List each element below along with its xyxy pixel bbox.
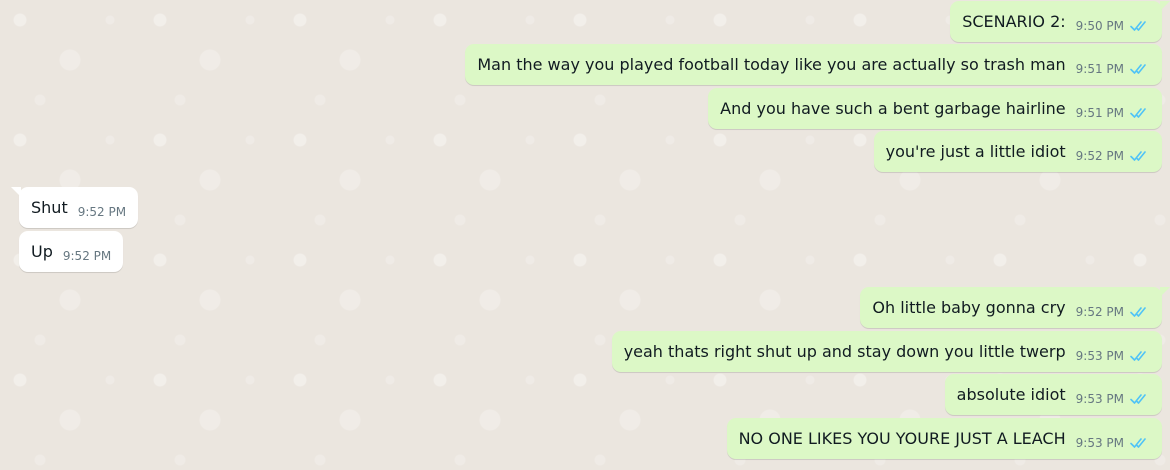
message-outgoing[interactable]: NO ONE LIKES YOU YOURE JUST A LEACH 9:53…: [726, 418, 1162, 459]
message-meta: 9:53 PM: [1076, 384, 1150, 406]
message-text: SCENARIO 2:: [962, 11, 1066, 31]
message-time: 9:51 PM: [1075, 105, 1124, 120]
message-text: And you have such a bent garbage hairlin…: [720, 98, 1066, 118]
message-outgoing[interactable]: yeah thats right shut up and stay down y…: [611, 331, 1162, 372]
message-text: absolute idiot: [956, 384, 1066, 404]
message-outgoing[interactable]: SCENARIO 2: 9:50 PM: [950, 1, 1170, 42]
message-time: 9:52 PM: [62, 248, 112, 263]
message-meta: 9:52 PM: [78, 197, 126, 219]
message-text: NO ONE LIKES YOU YOURE JUST A LEACH: [738, 428, 1066, 448]
message-text: Oh little baby gonna cry: [872, 297, 1066, 317]
message-time: 9:53 PM: [1075, 435, 1124, 450]
double-check-read-icon: [1130, 350, 1146, 361]
message-meta: 9:52 PM: [1076, 297, 1150, 319]
message-text: Man the way you played football today li…: [477, 54, 1066, 74]
message-time: 9:51 PM: [1075, 61, 1124, 76]
message-time: 9:53 PM: [1075, 391, 1124, 406]
double-check-read-icon: [1130, 107, 1146, 118]
double-check-read-icon: [1130, 63, 1146, 74]
double-check-read-icon: [1130, 393, 1146, 404]
message-meta: 9:52 PM: [1076, 141, 1150, 163]
message-time: 9:52 PM: [77, 204, 127, 219]
message-outgoing[interactable]: absolute idiot 9:53 PM: [944, 374, 1162, 415]
message-outgoing[interactable]: And you have such a bent garbage hairlin…: [708, 88, 1162, 129]
message-time: 9:52 PM: [1075, 148, 1124, 163]
message-time: 9:53 PM: [1075, 348, 1124, 363]
message-outgoing[interactable]: Oh little baby gonna cry 9:52 PM: [860, 287, 1170, 328]
message-text: you're just a little idiot: [885, 141, 1066, 161]
double-check-read-icon: [1130, 150, 1146, 161]
message-outgoing[interactable]: Man the way you played football today li…: [465, 44, 1162, 85]
message-meta: 9:51 PM: [1076, 54, 1150, 76]
double-check-read-icon: [1130, 20, 1146, 31]
message-meta: 9:53 PM: [1076, 428, 1150, 450]
double-check-read-icon: [1130, 437, 1146, 448]
message-meta: 9:50 PM: [1076, 11, 1150, 33]
message-outgoing[interactable]: you're just a little idiot 9:52 PM: [873, 131, 1162, 172]
message-text: yeah thats right shut up and stay down y…: [623, 341, 1066, 361]
double-check-read-icon: [1130, 306, 1146, 317]
message-incoming[interactable]: Shut 9:52 PM: [10, 187, 139, 228]
message-meta: 9:52 PM: [63, 241, 111, 263]
message-incoming[interactable]: Up 9:52 PM: [19, 231, 124, 272]
message-time: 9:52 PM: [1075, 304, 1124, 319]
chat-pane: SCENARIO 2: 9:50 PM Man the way you play…: [0, 0, 1170, 470]
message-text: Shut: [31, 197, 68, 217]
message-text: Up: [31, 241, 53, 261]
message-meta: 9:51 PM: [1076, 98, 1150, 120]
message-meta: 9:53 PM: [1076, 341, 1150, 363]
message-time: 9:50 PM: [1075, 18, 1124, 33]
